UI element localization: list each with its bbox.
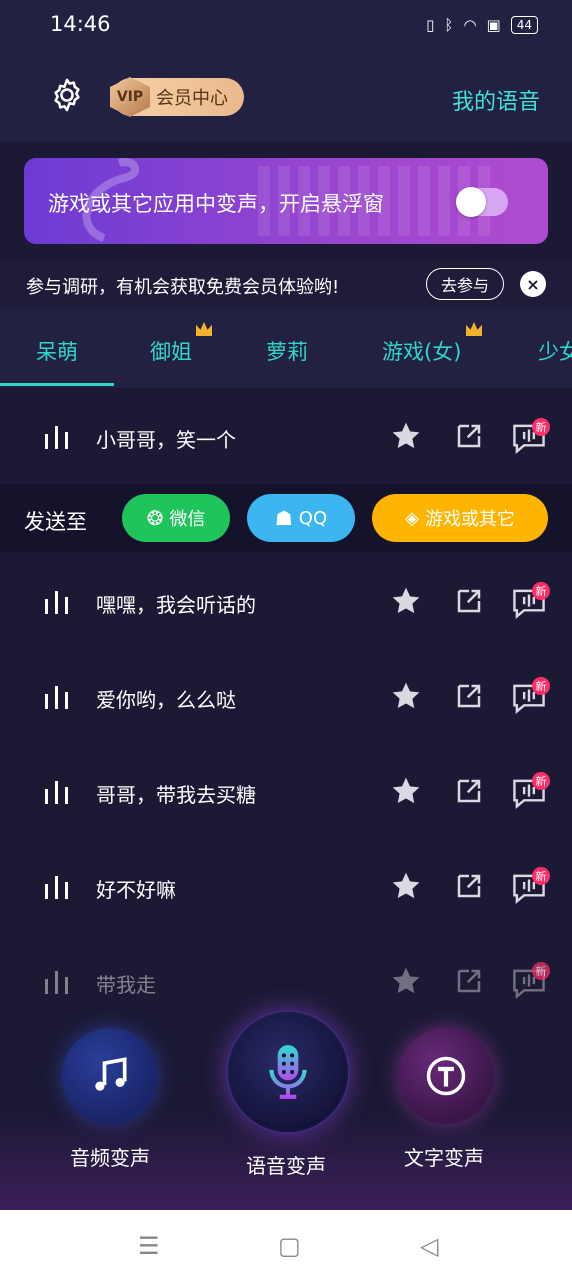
sim-icon: ▣ xyxy=(486,16,501,34)
share-icon[interactable] xyxy=(454,586,484,616)
toggle-knob xyxy=(456,187,486,217)
new-badge: 新 xyxy=(532,867,550,885)
close-survey-icon[interactable]: × xyxy=(520,271,546,297)
tab-girl[interactable]: 少女 xyxy=(538,336,572,366)
share-icon[interactable] xyxy=(454,966,484,996)
voice-item-label[interactable]: 好不好嘛 xyxy=(96,874,176,903)
menu-icon[interactable]: ☰ xyxy=(138,1232,160,1260)
music-note-icon xyxy=(95,1057,127,1091)
home-icon[interactable]: ▢ xyxy=(278,1232,301,1260)
audio-bars-icon[interactable] xyxy=(44,684,70,710)
new-badge: 新 xyxy=(532,962,550,980)
text-change-button[interactable] xyxy=(398,1028,494,1124)
new-badge: 新 xyxy=(532,582,550,600)
settings-gear-icon[interactable] xyxy=(48,76,86,114)
banner-text: 游戏或其它应用中变声，开启悬浮窗 xyxy=(48,192,384,216)
audio-bars-icon[interactable] xyxy=(44,874,70,900)
tab-loli[interactable]: 萝莉 xyxy=(266,336,308,366)
share-icon[interactable] xyxy=(454,871,484,901)
status-time: 14:46 xyxy=(50,12,111,36)
bluetooth-icon: ᛒ xyxy=(444,16,454,34)
qq-label: QQ xyxy=(298,507,328,529)
voice-item-label[interactable]: 小哥哥，笑一个 xyxy=(96,424,236,453)
my-voice-link[interactable]: 我的语音 xyxy=(452,84,540,116)
voice-change-label: 语音变声 xyxy=(246,1154,326,1178)
voice-item-label[interactable]: 带我走 xyxy=(96,969,156,998)
send-qq-button[interactable]: ☗ QQ xyxy=(247,494,355,542)
share-icon[interactable] xyxy=(454,681,484,711)
favorite-star-icon[interactable] xyxy=(390,420,422,452)
new-badge: 新 xyxy=(532,418,550,436)
vip-center-button[interactable]: VIP 会员中心 xyxy=(110,77,244,117)
share-icon[interactable] xyxy=(454,421,484,451)
new-badge: 新 xyxy=(532,677,550,695)
voice-change-button[interactable] xyxy=(226,1010,350,1134)
audio-bars-icon[interactable] xyxy=(44,424,70,450)
games-label: 游戏或其它 xyxy=(424,509,515,530)
tab-cute[interactable]: 呆萌 xyxy=(36,336,78,366)
audio-bars-icon[interactable] xyxy=(44,779,70,805)
new-badge: 新 xyxy=(532,772,550,790)
floating-window-toggle[interactable] xyxy=(456,187,508,217)
favorite-star-icon[interactable] xyxy=(390,585,422,617)
favorite-star-icon[interactable] xyxy=(390,775,422,807)
qq-icon: ☗ xyxy=(274,506,293,530)
battery-icon: 44 xyxy=(510,16,538,34)
text-change-label: 文字变声 xyxy=(404,1146,484,1170)
send-games-button[interactable]: ◈ 游戏或其它 xyxy=(372,494,548,542)
text-t-icon xyxy=(426,1056,466,1096)
voice-item-label[interactable]: 嘿嘿，我会听话的 xyxy=(96,589,256,618)
voice-item-label[interactable]: 哥哥，带我去买糖 xyxy=(96,779,256,808)
tab-yujie[interactable]: 御姐 xyxy=(150,336,192,366)
send-to-label: 发送至 xyxy=(24,510,87,534)
back-icon[interactable]: ◁ xyxy=(420,1232,438,1260)
join-survey-button[interactable]: 去参与 xyxy=(426,268,504,300)
favorite-star-icon[interactable] xyxy=(390,870,422,902)
active-tab-indicator xyxy=(0,383,114,386)
survey-text: 参与调研，有机会获取免费会员体验哟! xyxy=(26,277,340,298)
audio-change-button[interactable] xyxy=(62,1028,158,1124)
favorite-star-icon[interactable] xyxy=(390,680,422,712)
vip-center-label: 会员中心 xyxy=(156,88,228,109)
vibrate-icon: ▯ xyxy=(426,16,435,34)
favorite-star-icon[interactable] xyxy=(390,965,422,997)
tab-game-female[interactable]: 游戏(女) xyxy=(382,336,461,366)
status-icons: ▯ ᛒ ◠ ▣ 44 xyxy=(426,16,538,34)
microphone-icon xyxy=(269,1045,307,1099)
gamepad-icon: ◈ xyxy=(405,507,419,529)
wechat-label: 微信 xyxy=(169,509,206,530)
audio-change-label: 音频变声 xyxy=(70,1146,150,1170)
audio-bars-icon[interactable] xyxy=(44,969,70,995)
audio-bars-icon[interactable] xyxy=(44,589,70,615)
wechat-icon: ❂ xyxy=(146,506,164,530)
voice-item-label[interactable]: 爱你哟，么么哒 xyxy=(96,684,236,713)
share-icon[interactable] xyxy=(454,776,484,806)
send-wechat-button[interactable]: ❂ 微信 xyxy=(122,494,230,542)
wifi-icon: ◠ xyxy=(463,16,477,34)
